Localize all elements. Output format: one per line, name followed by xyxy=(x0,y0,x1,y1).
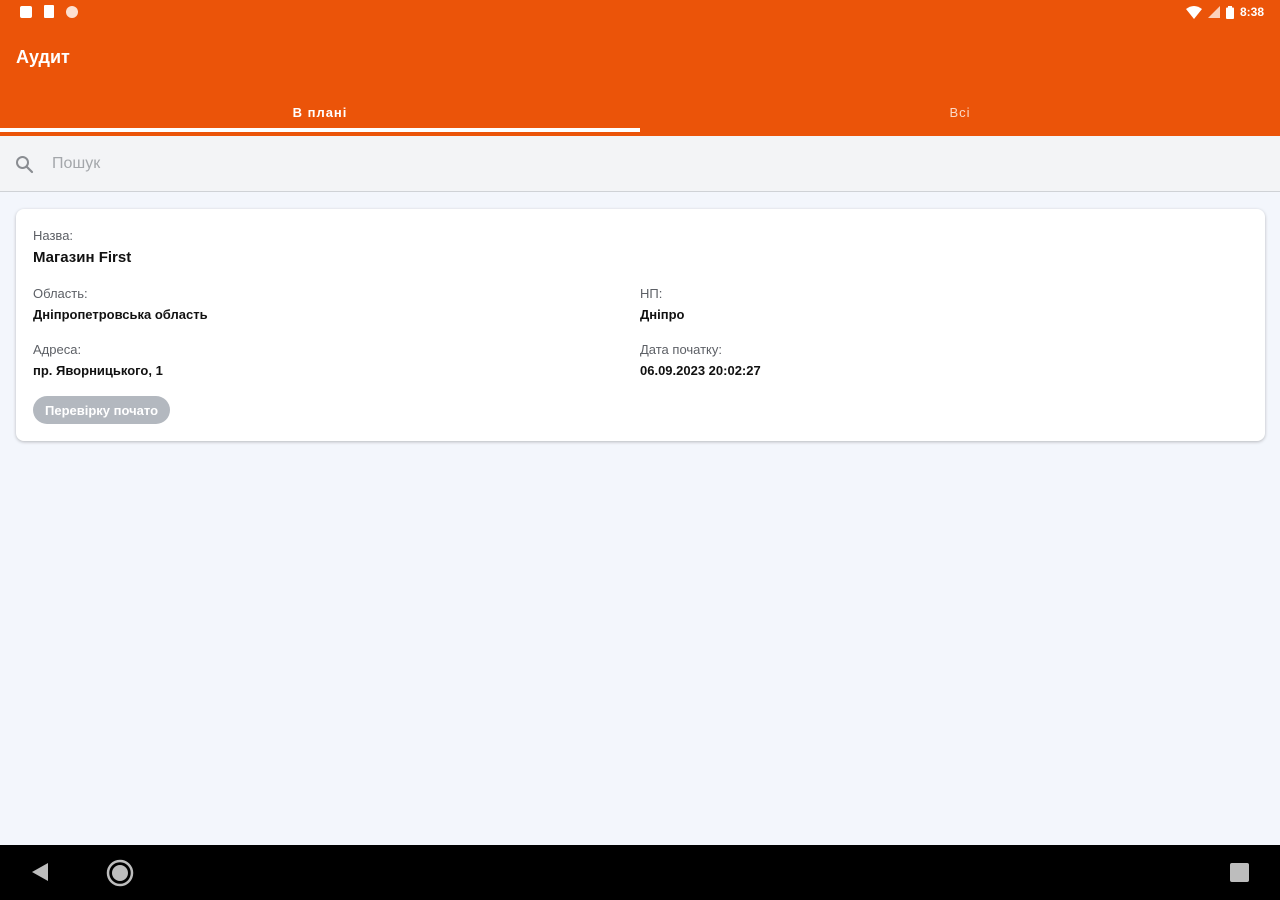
region-value: Дніпропетровська область xyxy=(33,307,208,322)
page-title: Аудит xyxy=(16,47,70,67)
address-label: Адреса: xyxy=(33,342,82,357)
audit-card[interactable]: Назва: Магазин First Область: Дніпропетр… xyxy=(16,209,1265,441)
tab-bar: В плані Всі xyxy=(0,94,1280,136)
tab-in-plan[interactable]: В плані xyxy=(0,94,640,136)
status-badge: Перевірку почато xyxy=(33,396,171,424)
start-date-field: Дата початку: 06.09.2023 20:02:27 xyxy=(640,342,761,378)
start-date-label: Дата початку: xyxy=(640,342,722,357)
search-bar xyxy=(0,136,1280,192)
app-bar: 8:38 Аудит В плані Всі xyxy=(0,0,1280,136)
city-value: Дніпро xyxy=(640,307,685,322)
signal-icon xyxy=(1207,6,1220,18)
address-value: пр. Яворницького, 1 xyxy=(33,363,163,378)
back-icon[interactable] xyxy=(30,861,50,883)
battery-icon xyxy=(1225,5,1234,19)
region-label: Область: xyxy=(33,286,88,301)
name-label: Назва: xyxy=(33,228,74,243)
status-bar: 8:38 xyxy=(0,0,1280,26)
system-nav-bar xyxy=(0,845,1280,900)
shield-icon xyxy=(66,5,78,18)
address-field: Адреса: пр. Яворницького, 1 xyxy=(33,342,163,378)
start-date-value: 06.09.2023 20:02:27 xyxy=(640,363,761,378)
name-value: Магазин First xyxy=(33,249,132,266)
region-field: Область: Дніпропетровська область xyxy=(33,286,208,322)
city-field: НП: Дніпро xyxy=(640,286,684,322)
tab-all-label: Всі xyxy=(949,105,971,120)
tab-in-plan-label: В плані xyxy=(292,105,348,120)
home-icon[interactable] xyxy=(106,859,134,887)
city-label: НП: xyxy=(640,286,663,301)
tab-indicator xyxy=(0,128,640,132)
notification-icon xyxy=(20,5,32,18)
status-time: 8:38 xyxy=(1239,5,1264,19)
name-field: Назва: Магазин First xyxy=(33,228,131,266)
tab-all[interactable]: Всі xyxy=(640,94,1280,136)
wifi-icon xyxy=(1185,5,1202,19)
search-input[interactable] xyxy=(52,150,1252,178)
recent-apps-icon[interactable] xyxy=(1230,863,1249,882)
search-icon xyxy=(16,156,34,174)
sd-card-icon xyxy=(44,5,54,18)
